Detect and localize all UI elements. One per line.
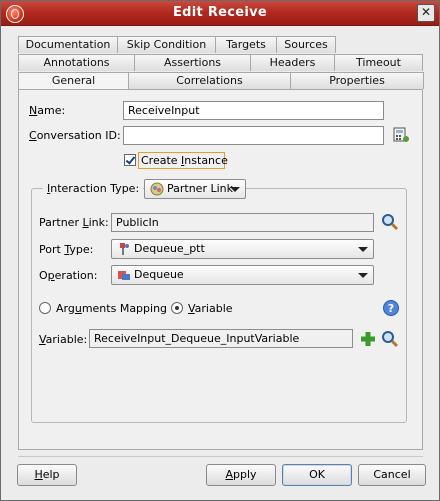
arguments-mapping-label[interactable]: Arguments Mapping (56, 302, 167, 315)
conversation-id-label: Conversation ID: (29, 129, 121, 142)
create-instance-checkbox[interactable] (124, 154, 136, 166)
interaction-type-label: Interaction Type: (43, 182, 144, 195)
partner-link-input[interactable] (111, 213, 374, 232)
variable-input[interactable] (89, 329, 353, 348)
window-title: Edit Receive (172, 5, 268, 20)
create-instance-label[interactable]: Create Instance (141, 154, 228, 167)
operation-label: Operation: (39, 269, 98, 282)
add-icon[interactable] (359, 330, 377, 348)
partner-link-icon (150, 182, 164, 196)
tab-sources[interactable]: Sources (276, 36, 336, 53)
tab-general[interactable]: General (18, 72, 129, 89)
tab-correlations[interactable]: Correlations (128, 72, 291, 89)
ok-button[interactable]: OK (282, 464, 352, 486)
variable-radio[interactable] (171, 302, 183, 314)
tab-row-1: Documentation Skip Condition Targets Sou… (18, 36, 336, 53)
svg-text:?: ? (388, 302, 394, 315)
partner-link-label: Partner Link: (39, 216, 109, 229)
apply-button[interactable]: Apply (206, 464, 276, 486)
separator (18, 456, 423, 457)
variable-search-icon[interactable] (381, 330, 399, 348)
edit-receive-dialog: Edit Receive ✕ Documentation Skip Condit… (0, 0, 440, 501)
operation-select[interactable]: Dequeue (111, 265, 374, 285)
operation-icon (118, 271, 130, 280)
port-type-label: Port Type: (39, 243, 94, 256)
expression-builder-icon[interactable] (392, 126, 410, 144)
variable-radio-label[interactable]: Variable (188, 302, 233, 315)
title-bar: Edit Receive ✕ (1, 1, 439, 26)
conversation-id-input[interactable] (123, 126, 384, 145)
port-type-select[interactable]: Dequeue_ptt (111, 239, 374, 259)
port-type-icon (120, 243, 129, 255)
tab-row-3: General Correlations Properties (18, 72, 424, 89)
help-button[interactable]: Help (17, 464, 77, 486)
tab-timeout[interactable]: Timeout (334, 54, 423, 71)
search-icon[interactable] (381, 213, 399, 231)
tab-skip-condition[interactable]: Skip Condition (117, 36, 216, 53)
close-icon[interactable]: ✕ (417, 4, 435, 22)
arguments-mapping-radio[interactable] (39, 302, 51, 314)
tab-row-2: Annotations Assertions Headers Timeout (18, 54, 423, 71)
tab-targets[interactable]: Targets (215, 36, 277, 53)
tab-headers[interactable]: Headers (250, 54, 335, 71)
tab-properties[interactable]: Properties (290, 72, 424, 89)
name-input[interactable] (123, 101, 384, 120)
tab-annotations[interactable]: Annotations (18, 54, 135, 71)
tab-assertions[interactable]: Assertions (134, 54, 251, 71)
variable-label: Variable: (39, 333, 88, 346)
interaction-type-select[interactable]: Partner Link (144, 179, 246, 199)
help-icon[interactable]: ? (382, 299, 400, 317)
cancel-button[interactable]: Cancel (358, 464, 426, 486)
name-label: Name: (29, 104, 66, 117)
tab-documentation[interactable]: Documentation (18, 36, 118, 53)
